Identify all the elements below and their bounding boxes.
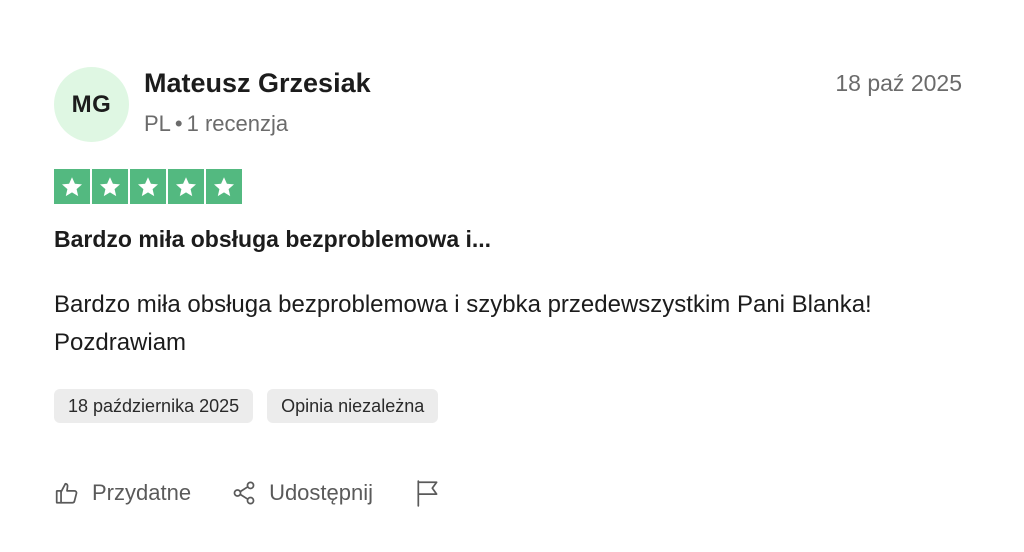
review-date: 18 paź 2025	[835, 70, 962, 96]
review-body: Bardzo miła obsługa bezproblemowa i szyb…	[54, 291, 872, 356]
star-icon	[206, 169, 242, 204]
flag-icon	[417, 480, 438, 507]
star-icon	[92, 169, 128, 204]
avatar[interactable]: MG	[54, 67, 129, 142]
share-label: Udostępnij	[269, 480, 374, 505]
review-actions: Przydatne Udostępnij	[54, 476, 441, 510]
star-icon	[168, 169, 204, 204]
thumbs-up-icon	[55, 482, 78, 504]
useful-button[interactable]: Przydatne	[54, 480, 191, 506]
experience-date-tag: 18 października 2025	[54, 389, 254, 423]
star-icon	[54, 169, 90, 204]
verification-tag[interactable]: Opinia niezależna	[267, 389, 439, 423]
meta-separator: •	[174, 111, 183, 136]
share-icon	[233, 481, 255, 505]
star-icon	[130, 169, 166, 204]
review-tags: 18 października 2025 Opinia niezależna	[54, 389, 439, 423]
report-button[interactable]	[415, 479, 441, 507]
reviewer-name[interactable]: Mateusz Grzesiak	[144, 68, 371, 99]
reviewer-review-count: 1 recenzja	[186, 111, 289, 136]
reviewer-meta: PL • 1 recenzja	[144, 111, 288, 137]
useful-label: Przydatne	[92, 480, 192, 505]
review-card: MG Mateusz Grzesiak PL • 1 recenzja 18 paź…	[0, 0, 1024, 552]
reviewer-country: PL	[144, 111, 171, 136]
avatar-initials: MG	[71, 90, 112, 118]
share-button[interactable]: Udostępnij	[231, 480, 373, 506]
star-rating	[54, 169, 242, 204]
review-title[interactable]: Bardzo miła obsługa bezproblemowa i...	[54, 226, 491, 253]
